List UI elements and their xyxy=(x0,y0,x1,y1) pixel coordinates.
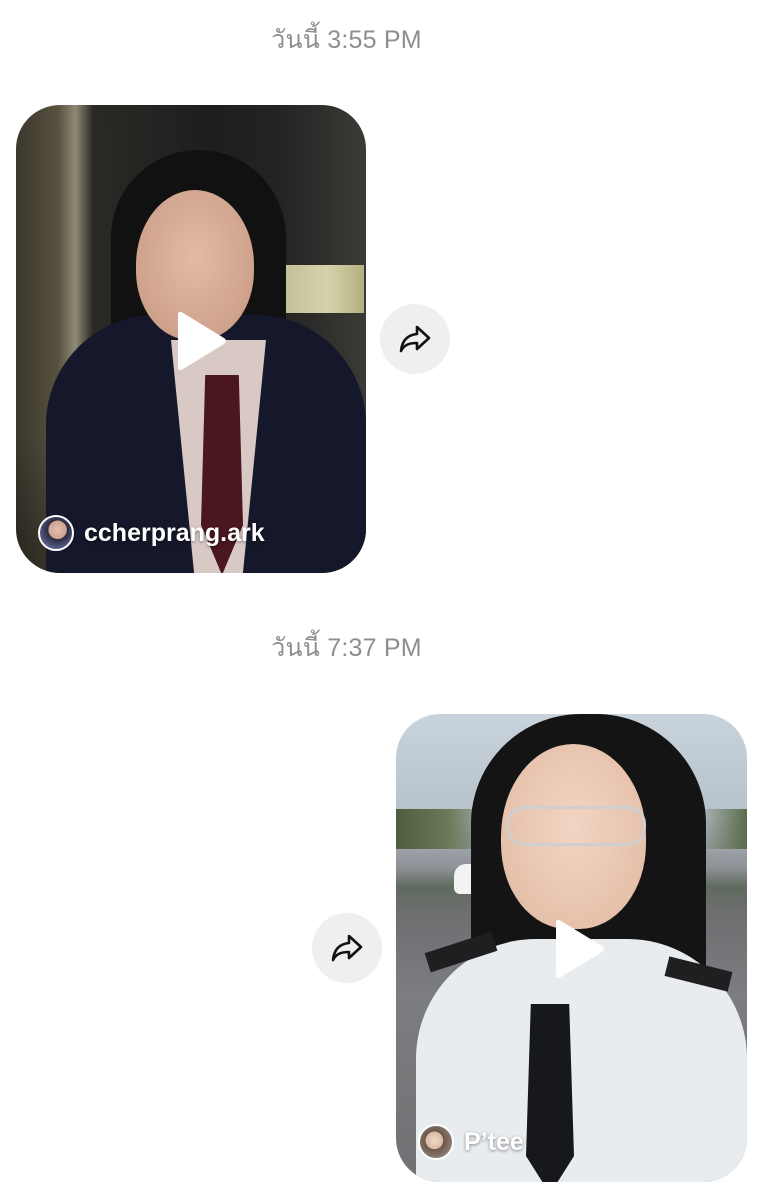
play-icon[interactable] xyxy=(170,309,230,373)
message-timestamp: วันนี้ 7:37 PM xyxy=(271,634,422,662)
share-arrow-icon xyxy=(399,325,431,353)
avatar[interactable] xyxy=(38,515,74,551)
shared-reel-card[interactable]: ccherprang.ark xyxy=(16,105,366,573)
shared-reel-card[interactable]: P’tee xyxy=(396,714,747,1182)
share-button[interactable] xyxy=(380,304,450,374)
reel-author[interactable]: P’tee xyxy=(418,1124,524,1160)
play-icon[interactable] xyxy=(548,917,608,981)
author-username[interactable]: ccherprang.ark xyxy=(84,519,265,548)
reel-thumbnail-glasses xyxy=(506,806,646,846)
reel-author[interactable]: ccherprang.ark xyxy=(38,515,265,551)
share-button[interactable] xyxy=(312,913,382,983)
avatar[interactable] xyxy=(418,1124,454,1160)
share-arrow-icon xyxy=(331,934,363,962)
reel-thumbnail-tie xyxy=(526,1004,574,1182)
reel-thumbnail-background xyxy=(274,265,364,313)
message-timestamp: วันนี้ 3:55 PM xyxy=(271,26,422,54)
author-username[interactable]: P’tee xyxy=(464,1128,524,1157)
